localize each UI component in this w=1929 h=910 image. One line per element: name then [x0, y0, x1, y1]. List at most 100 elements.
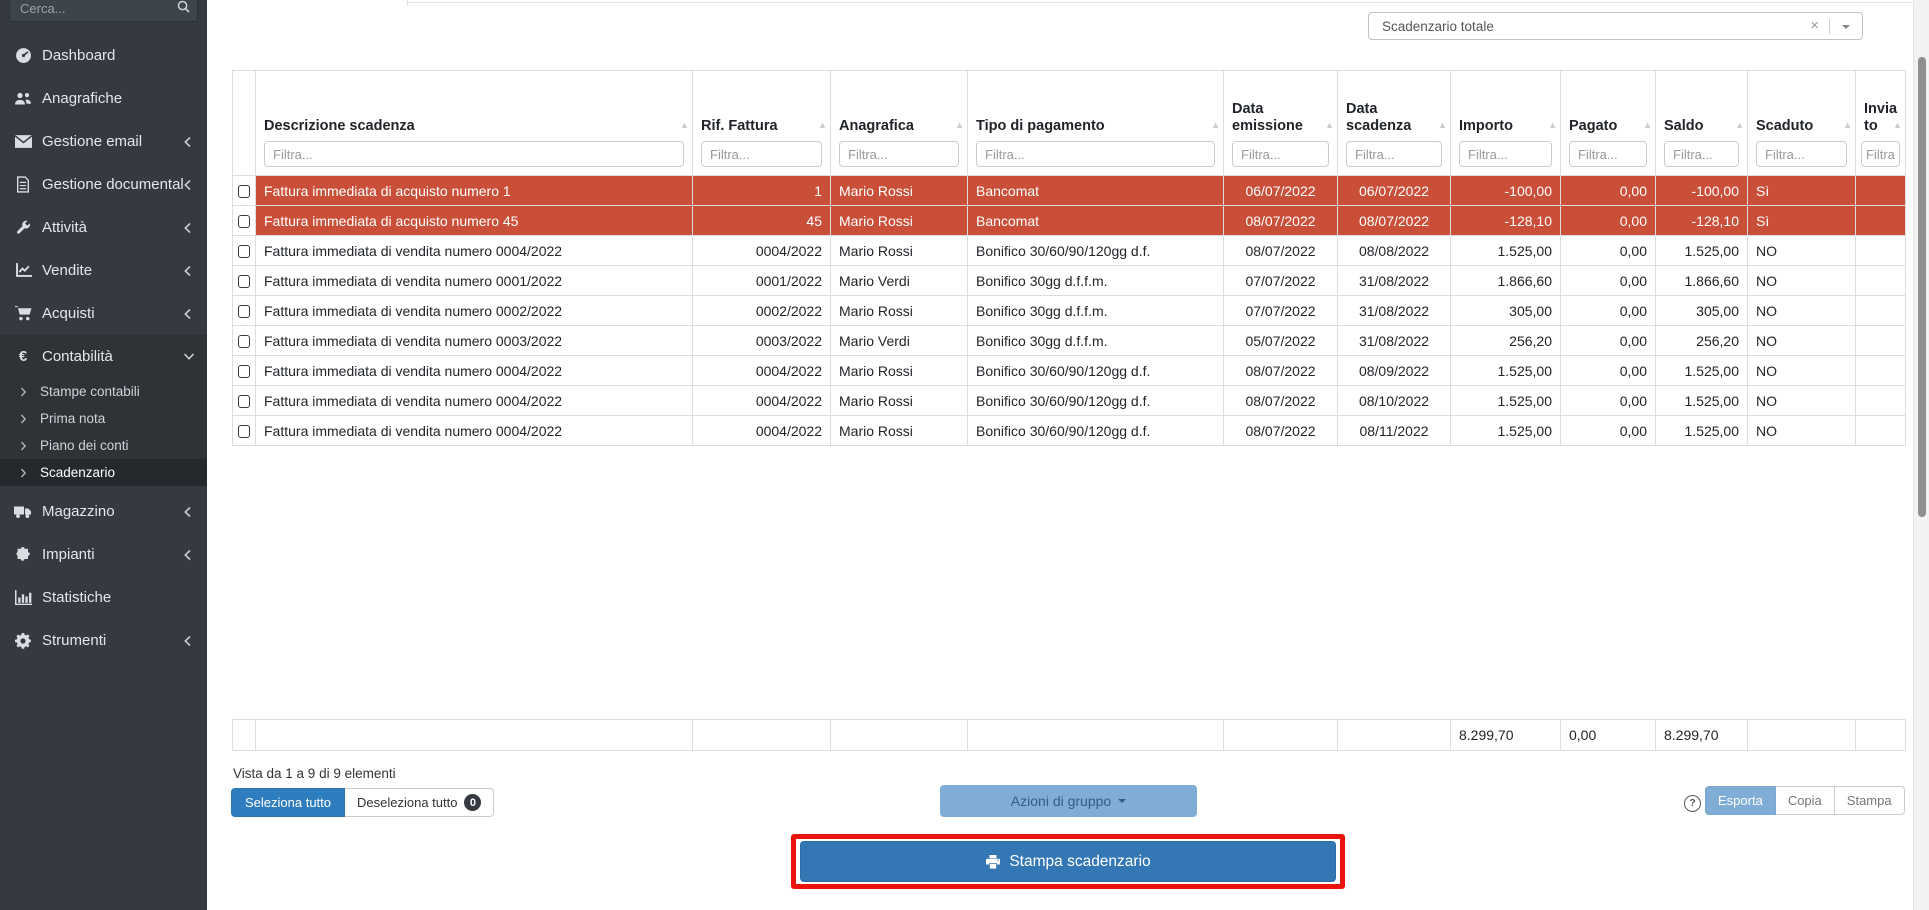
column-header-rif[interactable]: Rif. Fattura▲ — [693, 71, 831, 176]
users-icon — [14, 90, 32, 108]
cell-descrizione: Fattura immediata di vendita numero 0002… — [256, 296, 693, 326]
sidebar-subitem-piano-dei-conti[interactable]: Piano dei conti — [0, 432, 207, 459]
filter-input-inviato[interactable] — [1861, 141, 1900, 167]
scrollbar-thumb[interactable] — [1918, 57, 1926, 517]
cart-icon — [14, 305, 32, 323]
schedule-scope-select[interactable]: Scadenzario totale × — [1368, 12, 1863, 40]
sidebar-subitem-stampe-contabili[interactable]: Stampe contabili — [0, 378, 207, 405]
row-checkbox[interactable] — [238, 215, 250, 228]
table-row[interactable]: Fattura immediata di vendita numero 0004… — [233, 386, 1906, 416]
filter-input-importo[interactable] — [1459, 141, 1552, 167]
sidebar-item-label: Anagrafiche — [42, 90, 122, 107]
sidebar-subitem-scadenzario[interactable]: Scadenzario — [0, 459, 207, 486]
select-all-button[interactable]: Seleziona tutto — [231, 788, 345, 817]
column-header-importo[interactable]: Importo▲ — [1451, 71, 1561, 176]
column-header-data_scadenza[interactable]: Data scadenza▲ — [1338, 71, 1451, 176]
deselect-all-label: Deseleziona tutto — [357, 795, 457, 810]
search-input[interactable] — [9, 0, 198, 22]
cell-descrizione: Fattura immediata di vendita numero 0001… — [256, 266, 693, 296]
sidebar-subitem-prima-nota[interactable]: Prima nota — [0, 405, 207, 432]
cell-importo: 1.525,00 — [1451, 236, 1561, 266]
filter-input-anagrafica[interactable] — [839, 141, 959, 167]
cell-scaduto: NO — [1748, 326, 1856, 356]
filter-input-data_scadenza[interactable] — [1346, 141, 1442, 167]
cell-scaduto: Sì — [1748, 176, 1856, 206]
table-row[interactable]: Fattura immediata di vendita numero 0004… — [233, 236, 1906, 266]
column-label: Pagato — [1561, 118, 1655, 139]
table-row[interactable]: Fattura immediata di vendita numero 0001… — [233, 266, 1906, 296]
clear-selection-icon[interactable]: × — [1810, 17, 1819, 35]
filter-input-descrizione[interactable] — [264, 141, 684, 167]
sidebar-item-label: Contabilità — [42, 348, 113, 365]
row-checkbox[interactable] — [238, 395, 250, 408]
row-checkbox[interactable] — [238, 245, 250, 258]
filter-input-saldo[interactable] — [1664, 141, 1739, 167]
wrench-icon — [14, 219, 32, 237]
column-header-data_emissione[interactable]: Data emissione▲ — [1224, 71, 1338, 176]
row-checkbox[interactable] — [238, 335, 250, 348]
row-checkbox[interactable] — [238, 275, 250, 288]
table-row[interactable]: Fattura immediata di vendita numero 0002… — [233, 296, 1906, 326]
column-header-pagato[interactable]: Pagato▲ — [1561, 71, 1656, 176]
help-icon[interactable]: ? — [1684, 795, 1701, 812]
sidebar-item-statistiche[interactable]: Statistiche — [0, 576, 207, 619]
cell-tipo: Bonifico 30gg d.f.f.m. — [968, 326, 1224, 356]
sidebar-item-anagrafiche[interactable]: Anagrafiche — [0, 77, 207, 120]
sidebar-item-impianti[interactable]: Impianti — [0, 533, 207, 576]
sidebar-item-label: Magazzino — [42, 503, 115, 520]
sidebar-item-gestione-documentale[interactable]: Gestione documentale — [0, 163, 207, 206]
table-row[interactable]: Fattura immediata di vendita numero 0004… — [233, 356, 1906, 386]
filter-input-rif[interactable] — [701, 141, 822, 167]
sidebar-item-dashboard[interactable]: Dashboard — [0, 34, 207, 77]
table-row[interactable]: Fattura immediata di vendita numero 0004… — [233, 416, 1906, 446]
row-checkbox[interactable] — [238, 425, 250, 438]
sidebar-item-acquisti[interactable]: Acquisti — [0, 292, 207, 335]
totals-row: 8.299,700,008.299,70 — [233, 720, 1906, 751]
table-row[interactable]: Fattura immediata di acquisto numero 454… — [233, 206, 1906, 236]
sidebar-item-magazzino[interactable]: Magazzino — [0, 490, 207, 533]
search-icon[interactable] — [177, 0, 190, 18]
row-checkbox[interactable] — [238, 365, 250, 378]
filter-input-tipo[interactable] — [976, 141, 1215, 167]
sidebar-item-label: Attività — [42, 219, 87, 236]
row-checkbox[interactable] — [238, 305, 250, 318]
cell-tipo: Bonifico 30/60/90/120gg d.f. — [968, 356, 1224, 386]
sidebar-item-contabilita[interactable]: €Contabilità — [0, 335, 207, 378]
sidebar-item-strumenti[interactable]: Strumenti — [0, 619, 207, 662]
filter-input-pagato[interactable] — [1569, 141, 1647, 167]
vertical-scrollbar[interactable] — [1913, 0, 1929, 910]
cell-scaduto: NO — [1748, 386, 1856, 416]
row-select-cell — [233, 356, 256, 386]
table-row[interactable]: Fattura immediata di vendita numero 0003… — [233, 326, 1906, 356]
deselect-all-button[interactable]: Deseleziona tutto 0 — [345, 788, 494, 817]
row-select-cell — [233, 176, 256, 206]
sidebar-item-attivita[interactable]: Attività — [0, 206, 207, 249]
chevron-left-icon — [183, 506, 195, 518]
column-header-inviato[interactable]: Inviato▲ — [1856, 71, 1906, 176]
column-header-tipo[interactable]: Tipo di pagamento▲ — [968, 71, 1224, 176]
sidebar-item-gestione-email[interactable]: Gestione email — [0, 120, 207, 163]
column-header-anagrafica[interactable]: Anagrafica▲ — [831, 71, 968, 176]
chevron-right-icon — [20, 468, 27, 478]
table-row[interactable]: Fattura immediata di acquisto numero 11M… — [233, 176, 1906, 206]
export-button[interactable]: Esporta — [1705, 786, 1776, 815]
print-schedule-button[interactable]: Stampa scadenzario — [800, 841, 1336, 882]
group-actions-button[interactable]: Azioni di gruppo — [940, 785, 1197, 817]
cell-rif: 0004/2022 — [693, 386, 831, 416]
copy-button[interactable]: Copia — [1776, 786, 1835, 815]
scadenzario-table-footer: 8.299,700,008.299,70 — [232, 719, 1906, 751]
column-header-scaduto[interactable]: Scaduto▲ — [1748, 71, 1856, 176]
chevron-down-icon — [1118, 799, 1126, 803]
sidebar-item-vendite[interactable]: Vendite — [0, 249, 207, 292]
row-select-cell — [233, 236, 256, 266]
filter-input-data_emissione[interactable] — [1232, 141, 1329, 167]
table-header-row: Descrizione scadenza▲Rif. Fattura▲Anagra… — [233, 71, 1906, 176]
cell-data_scadenza: 08/11/2022 — [1338, 416, 1451, 446]
cell-descrizione: Fattura immediata di vendita numero 0004… — [256, 236, 693, 266]
filter-input-scaduto[interactable] — [1756, 141, 1847, 167]
print-button[interactable]: Stampa — [1835, 786, 1905, 815]
row-checkbox[interactable] — [238, 185, 250, 198]
column-header-saldo[interactable]: Saldo▲ — [1656, 71, 1748, 176]
chevron-down-icon[interactable] — [1842, 25, 1850, 29]
column-header-descrizione[interactable]: Descrizione scadenza▲ — [256, 71, 693, 176]
